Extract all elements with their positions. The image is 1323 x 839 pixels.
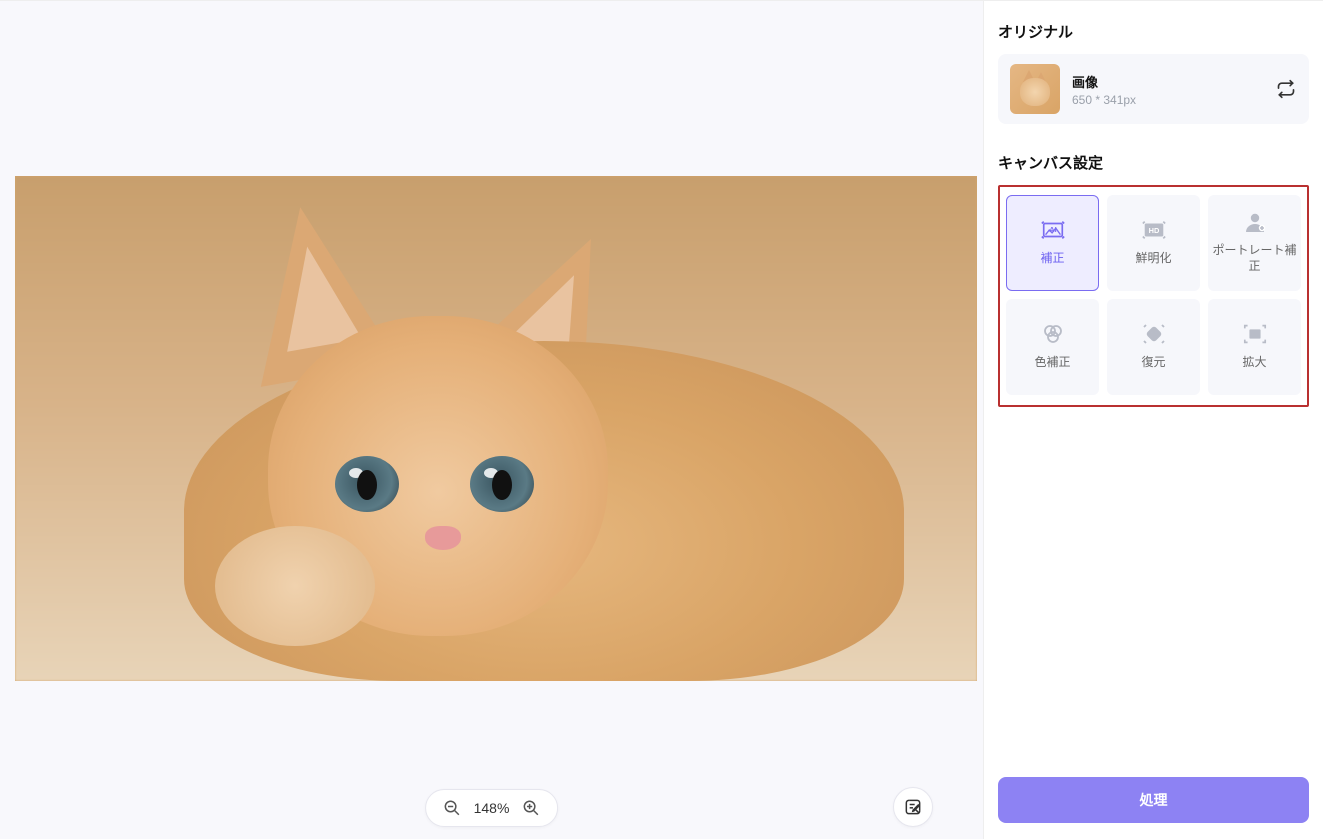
edit-note-button[interactable] <box>893 787 933 827</box>
restore-icon <box>1142 323 1166 345</box>
image-content <box>470 456 534 512</box>
original-image-card: 画像 650 * 341px <box>998 54 1309 124</box>
feature-grid: AI 補正 HD 鮮明化 ポートレート補正色補正 復元 拡大 <box>1006 195 1301 395</box>
image-content <box>425 526 461 550</box>
original-title: 画像 <box>1072 72 1263 91</box>
image-content <box>215 526 375 646</box>
zoom-level: 148% <box>474 800 510 816</box>
feature-card-1[interactable]: HD 鮮明化 <box>1107 195 1200 291</box>
svg-text:HD: HD <box>1148 226 1159 235</box>
feature-card-2[interactable]: ポートレート補正 <box>1208 195 1301 291</box>
zoom-out-icon[interactable] <box>442 798 462 818</box>
ai-enhance-icon: AI <box>1040 219 1066 241</box>
feature-label: 色補正 <box>1034 355 1070 371</box>
feature-label: 鮮明化 <box>1135 251 1171 267</box>
original-section-label: オリジナル <box>998 21 1309 42</box>
upscale-icon <box>1242 323 1268 345</box>
main-image[interactable] <box>15 176 977 681</box>
sidebar: オリジナル 画像 650 * 341px キャンバス設定 AI 補正 HD 鮮明化 ポー… <box>983 0 1323 839</box>
color-balance-icon <box>1041 323 1065 345</box>
feature-grid-highlight: AI 補正 HD 鮮明化 ポートレート補正色補正 復元 拡大 <box>998 185 1309 407</box>
swap-image-icon[interactable] <box>1275 78 1297 100</box>
original-thumbnail[interactable] <box>1010 64 1060 114</box>
original-dimensions: 650 * 341px <box>1072 93 1263 107</box>
canvas-area: 148% <box>0 0 983 839</box>
feature-label: ポートレート補正 <box>1212 243 1297 274</box>
original-text: 画像 650 * 341px <box>1072 72 1263 107</box>
feature-card-4[interactable]: 復元 <box>1107 299 1200 395</box>
portrait-icon <box>1243 211 1267 233</box>
feature-card-3[interactable]: 色補正 <box>1006 299 1099 395</box>
canvas-settings-label: キャンバス設定 <box>998 152 1309 173</box>
feature-label: 拡大 <box>1242 355 1266 371</box>
feature-label: 復元 <box>1141 355 1165 371</box>
image-content <box>335 456 399 512</box>
feature-card-5[interactable]: 拡大 <box>1208 299 1301 395</box>
feature-label: 補正 <box>1040 251 1064 267</box>
feature-card-0[interactable]: AI 補正 <box>1006 195 1099 291</box>
zoom-in-icon[interactable] <box>521 798 541 818</box>
hd-icon: HD <box>1141 219 1167 241</box>
zoom-controls: 148% <box>425 789 559 827</box>
process-button[interactable]: 処理 <box>998 777 1309 823</box>
